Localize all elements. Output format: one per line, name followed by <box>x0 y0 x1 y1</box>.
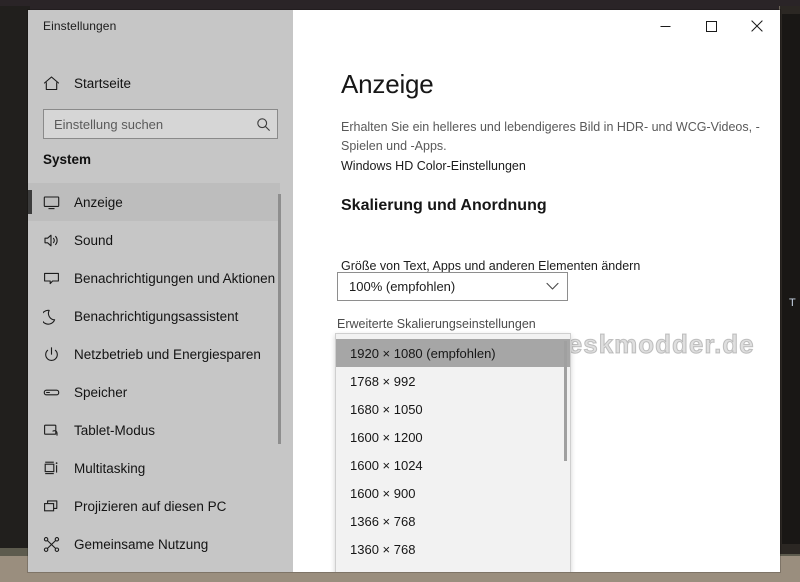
sidebar-item-label: Gemeinsame Nutzung <box>74 536 209 552</box>
sidebar: Startseite System <box>28 42 293 572</box>
close-icon <box>751 20 763 32</box>
search-box[interactable] <box>43 109 278 139</box>
scale-label: Größe von Text, Apps und anderen Element… <box>341 259 641 273</box>
chevron-down-icon <box>537 282 567 291</box>
sidebar-item-label: Benachrichtigungen und Aktionen <box>74 270 276 286</box>
maximize-icon <box>705 20 717 32</box>
sidebar-item-gemeinsame-nutzung[interactable]: Gemeinsame Nutzung <box>28 525 280 563</box>
sidebar-home-label: Startseite <box>74 75 132 91</box>
background-window-right-inner <box>782 14 800 544</box>
sidebar-item-multitasking[interactable]: Multitasking <box>28 449 280 487</box>
sidebar-item-home[interactable]: Startseite <box>28 67 280 99</box>
sidebar-item-label: Speicher <box>74 384 128 400</box>
sidebar-nav-list: Anzeige Sound Benachrichtigungen und Akt… <box>28 183 280 563</box>
dropdown-scrollbar-thumb[interactable] <box>564 341 567 461</box>
multitask-icon <box>28 460 74 477</box>
resolution-option[interactable]: 1600 × 1200 <box>336 423 570 451</box>
advanced-scaling-link[interactable]: Erweiterte Skalierungseinstellungen <box>337 317 536 331</box>
sidebar-item-benachrichtigungsassistent[interactable]: Benachrichtigungsassistent <box>28 297 280 335</box>
monitor-icon <box>28 194 74 211</box>
project-icon <box>28 498 74 515</box>
watermark: Deskmodder.de <box>548 329 755 360</box>
resolution-option[interactable]: 1600 × 900 <box>336 479 570 507</box>
sidebar-item-label: Benachrichtigungsassistent <box>74 308 239 324</box>
drive-icon <box>28 384 74 401</box>
resolution-option[interactable]: 1366 × 768 <box>336 507 570 535</box>
maximize-button[interactable] <box>688 10 734 42</box>
resolution-option[interactable]: 1360 × 768 <box>336 535 570 563</box>
desktop-left-strip <box>0 6 30 551</box>
resolution-dropdown-popup[interactable]: 1920 × 1080 (empfohlen) 1768 × 992 1680 … <box>335 333 571 572</box>
scaling-section-heading: Skalierung und Anordnung <box>341 197 547 214</box>
tablet-icon <box>28 422 74 439</box>
background-window-right-label: T <box>789 297 796 309</box>
sidebar-item-anzeige[interactable]: Anzeige <box>28 183 280 221</box>
sidebar-section-title: System <box>43 152 92 167</box>
resolution-option[interactable]: 1600 × 1024 <box>336 451 570 479</box>
desktop-backdrop: T Einstellungen Startseite Einstellung s… <box>0 0 800 582</box>
scale-select[interactable]: 100% (empfohlen) <box>337 272 568 301</box>
sidebar-item-label: Tablet-Modus <box>74 422 156 438</box>
sidebar-item-label: Multitasking <box>74 460 146 476</box>
resolution-option[interactable]: 1680 × 1050 <box>336 395 570 423</box>
search-icon[interactable] <box>249 117 277 132</box>
sidebar-item-label: Netzbetrieb und Energiesparen <box>74 346 261 362</box>
resolution-option[interactable]: 1920 × 1080 (empfohlen) <box>336 339 570 367</box>
sidebar-item-tablet-modus[interactable]: Tablet-Modus <box>28 411 280 449</box>
chat-bubble-icon <box>28 270 74 287</box>
moon-icon <box>28 308 74 325</box>
resolution-option[interactable]: 1280 × 1024 <box>336 563 570 573</box>
minimize-icon <box>660 21 671 32</box>
scale-select-value: 100% (empfohlen) <box>349 279 456 294</box>
share-icon <box>28 536 74 553</box>
app-title: Einstellungen <box>43 19 117 33</box>
home-icon <box>28 75 74 92</box>
settings-window: Einstellungen Startseite Einstellung suc… <box>28 10 780 572</box>
sidebar-item-sound[interactable]: Sound <box>28 221 280 259</box>
sidebar-item-label: Projizieren auf diesen PC <box>74 498 227 514</box>
sidebar-scrollbar-thumb[interactable] <box>278 194 281 444</box>
power-icon <box>28 346 74 363</box>
sidebar-item-benachrichtigungen-und-aktionen[interactable]: Benachrichtigungen und Aktionen <box>28 259 280 297</box>
minimize-button[interactable] <box>642 10 688 42</box>
resolution-option[interactable]: 1768 × 992 <box>336 367 570 395</box>
title-bar[interactable]: Einstellungen <box>28 10 780 42</box>
sidebar-item-projizieren-auf-diesen-pc[interactable]: Projizieren auf diesen PC <box>28 487 280 525</box>
sidebar-item-label: Sound <box>74 232 114 248</box>
speaker-icon <box>28 232 74 249</box>
sidebar-item-netzbetrieb-und-energiesparen[interactable]: Netzbetrieb und Energiesparen <box>28 335 280 373</box>
page-title: Anzeige <box>341 69 434 99</box>
sidebar-item-speicher[interactable]: Speicher <box>28 373 280 411</box>
sidebar-item-label: Anzeige <box>74 194 123 210</box>
close-button[interactable] <box>734 10 780 42</box>
resolution-option-list: 1920 × 1080 (empfohlen) 1768 × 992 1680 … <box>336 339 570 573</box>
hd-color-settings-link[interactable]: Windows HD Color-Einstellungen <box>341 159 526 173</box>
hdr-description: Erhalten Sie ein helleres und lebendiger… <box>341 120 760 153</box>
search-input[interactable] <box>44 110 249 138</box>
